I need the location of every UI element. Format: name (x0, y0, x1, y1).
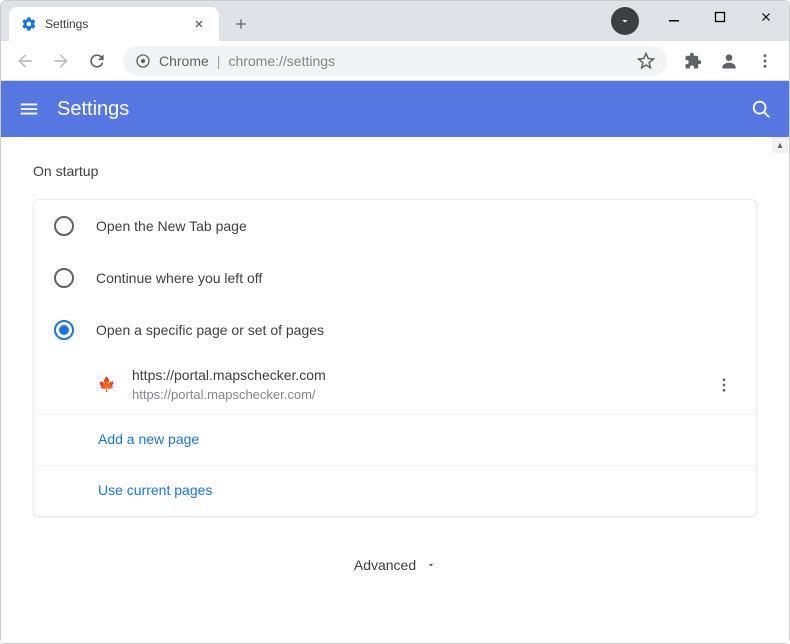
scrollbar-up-icon[interactable]: ▴ (772, 137, 788, 153)
chrome-page-icon (135, 53, 151, 69)
settings-content-scroll[interactable]: On startup Open the New Tab page Continu… (1, 137, 789, 643)
window-titlebar: Settings (1, 1, 789, 41)
page-info: https://portal.mapschecker.com https://p… (132, 366, 696, 404)
browser-tab[interactable]: Settings (9, 7, 219, 41)
tab-title: Settings (45, 17, 183, 31)
startup-page-url: https://portal.mapschecker.com/ (132, 386, 696, 404)
radio-label: Open the New Tab page (96, 218, 247, 234)
minimize-button[interactable] (651, 1, 697, 33)
settings-app-header: Settings (1, 81, 789, 137)
advanced-label: Advanced (354, 557, 416, 573)
profile-badge-icon[interactable] (611, 7, 639, 35)
radio-continue[interactable] (54, 268, 74, 288)
new-tab-button[interactable] (227, 10, 255, 38)
browser-toolbar: Chrome | chrome://settings (1, 41, 789, 81)
use-current-pages-row[interactable]: Use current pages (34, 465, 756, 516)
close-window-button[interactable] (743, 1, 789, 33)
maximize-button[interactable] (697, 1, 743, 33)
settings-title: Settings (57, 98, 733, 121)
menu-button[interactable] (749, 45, 781, 77)
radio-new-tab[interactable] (54, 216, 74, 236)
add-new-page-row[interactable]: Add a new page (34, 414, 756, 465)
profile-button[interactable] (713, 45, 745, 77)
bookmark-star-icon[interactable] (637, 52, 655, 70)
search-icon[interactable] (749, 97, 773, 121)
add-new-page-link[interactable]: Add a new page (98, 431, 199, 447)
reload-button[interactable] (81, 45, 113, 77)
forward-button[interactable] (45, 45, 77, 77)
use-current-pages-link[interactable]: Use current pages (98, 482, 212, 498)
close-tab-button[interactable] (191, 16, 207, 32)
omnibox-separator: | (217, 53, 221, 69)
page-favicon-icon: 🍁 (98, 376, 116, 394)
extensions-button[interactable] (677, 45, 709, 77)
section-title-startup: On startup (9, 149, 781, 199)
window-controls (611, 1, 789, 41)
startup-card: Open the New Tab page Continue where you… (33, 199, 757, 517)
menu-icon[interactable] (17, 97, 41, 121)
radio-label: Open a specific page or set of pages (96, 322, 324, 338)
gear-icon (21, 16, 37, 32)
omnibox-chip: Chrome (159, 53, 209, 69)
radio-row-specific[interactable]: Open a specific page or set of pages (34, 304, 756, 356)
radio-specific[interactable] (54, 320, 74, 340)
address-bar[interactable]: Chrome | chrome://settings (123, 46, 667, 76)
back-button[interactable] (9, 45, 41, 77)
omnibox-url: chrome://settings (228, 53, 629, 69)
radio-row-new-tab[interactable]: Open the New Tab page (34, 200, 756, 252)
startup-page-entry: 🍁 https://portal.mapschecker.com https:/… (34, 356, 756, 414)
page-entry-menu-button[interactable] (712, 373, 736, 397)
settings-content: On startup Open the New Tab page Continu… (1, 137, 789, 613)
startup-page-title: https://portal.mapschecker.com (132, 366, 696, 386)
radio-label: Continue where you left off (96, 270, 262, 286)
radio-row-continue[interactable]: Continue where you left off (34, 252, 756, 304)
chevron-down-icon (426, 560, 436, 570)
advanced-toggle[interactable]: Advanced (9, 557, 781, 573)
